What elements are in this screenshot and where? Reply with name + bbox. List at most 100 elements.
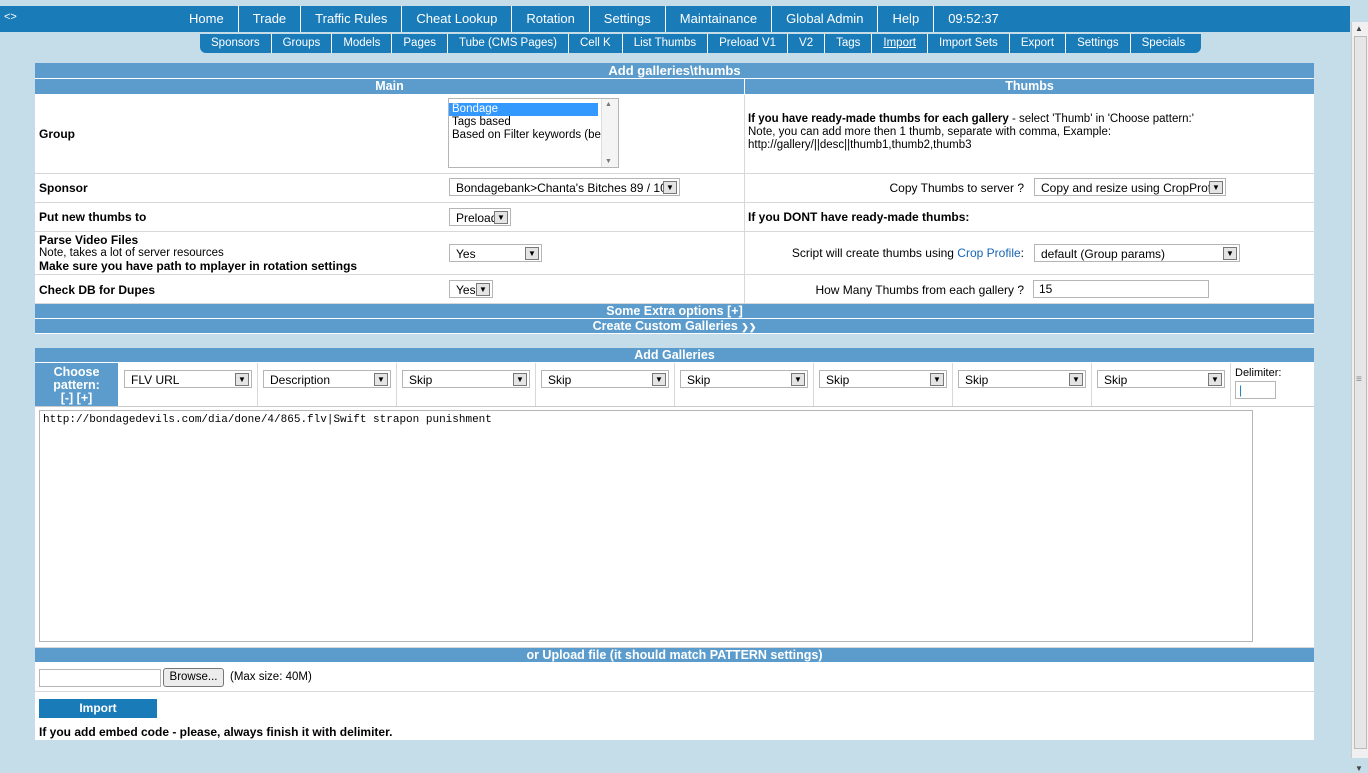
parse-video-warning: Make sure you have path to mplayer in ro… — [39, 259, 358, 273]
group-select[interactable]: Bondage Tags based Based on Filter keywo… — [448, 98, 619, 168]
pattern-5-value: Skip — [687, 373, 711, 387]
custom-galleries-toggle[interactable]: Create Custom Galleries ❯❯ — [35, 319, 1314, 334]
chevron-down-icon[interactable]: ▼ — [476, 283, 490, 296]
subnav-specials[interactable]: Specials — [1131, 34, 1201, 53]
pattern-7-value: Skip — [965, 373, 989, 387]
check-db-row: Check DB for Dupes Yes ▼ How Many Thumbs… — [35, 275, 1314, 304]
chevron-down-icon[interactable]: ▼ — [791, 373, 805, 386]
subnav-export[interactable]: Export — [1010, 34, 1067, 53]
sponsor-value: Bondagebank>Chanta's Bitches 89 / 100 — [456, 181, 674, 195]
nav-home[interactable]: Home — [175, 6, 239, 32]
chevron-down-icon[interactable]: ▼ — [235, 373, 249, 386]
how-many-label: How Many Thumbs from each gallery ? — [815, 283, 1024, 297]
scroll-up-icon[interactable]: ▲ — [1355, 24, 1363, 33]
nav-rotation[interactable]: Rotation — [512, 6, 590, 32]
delimiter-input[interactable]: | — [1235, 381, 1276, 399]
pattern-row: Choose pattern: [-] [+] FLV URL ▼ Descrip… — [35, 363, 1314, 407]
chevron-down-icon[interactable]: ▼ — [652, 373, 666, 386]
import-button[interactable]: Import — [39, 699, 157, 718]
pattern-remove-button[interactable]: [-] — [61, 391, 74, 405]
brand-toggle[interactable]: <> — [4, 11, 17, 23]
nav-traffic-rules[interactable]: Traffic Rules — [301, 6, 403, 32]
pattern-select-8[interactable]: Skip ▼ — [1097, 370, 1225, 388]
upload-row: Browse... (Max size: 40M) — [35, 663, 1314, 692]
chevron-down-icon[interactable]: ▼ — [494, 211, 508, 224]
chevron-down-icon[interactable]: ▼ — [1209, 181, 1223, 194]
new-thumbs-label: Put new thumbs to — [39, 210, 147, 224]
subnav-import-sets[interactable]: Import Sets — [928, 34, 1010, 53]
parse-video-select[interactable]: Yes ▼ — [449, 244, 542, 262]
pattern-1-value: FLV URL — [131, 373, 180, 387]
crop-profile-select[interactable]: default (Group params) ▼ — [1034, 244, 1240, 262]
group-option-filter-keywords[interactable]: Based on Filter keywords (beta) — [449, 129, 618, 142]
gallery-textarea[interactable]: http://bondagedevils.com/dia/done/4/865.… — [39, 410, 1253, 642]
clock: 09:52:37 — [948, 11, 999, 26]
group-option-bondage[interactable]: Bondage — [449, 103, 598, 116]
parse-video-label: Parse Video Files — [39, 233, 139, 247]
pattern-4-value: Skip — [548, 373, 572, 387]
subnav-groups[interactable]: Groups — [272, 34, 333, 53]
subnav-v2[interactable]: V2 — [788, 34, 826, 53]
pattern-add-button[interactable]: [+] — [77, 391, 93, 405]
chevron-down-icon[interactable]: ▼ — [1208, 373, 1222, 386]
nav-help[interactable]: Help — [878, 6, 935, 32]
subnav-tube[interactable]: Tube (CMS Pages) — [448, 34, 569, 53]
subnav-cell-k[interactable]: Cell K — [569, 34, 623, 53]
sponsor-select[interactable]: Bondagebank>Chanta's Bitches 89 / 100 ▼ — [449, 178, 680, 196]
new-thumbs-select[interactable]: Preload ▼ — [449, 208, 511, 226]
subnav-import[interactable]: Import — [872, 34, 928, 53]
chevron-down-icon[interactable]: ▼ — [1223, 247, 1237, 260]
copy-thumbs-value: Copy and resize using CropProfile — [1041, 181, 1224, 195]
subnav-sponsors[interactable]: Sponsors — [200, 34, 272, 53]
scrollbar-thumb[interactable] — [1354, 36, 1367, 749]
list-down-icon[interactable]: ▼ — [605, 158, 612, 165]
subnav-preload-v1[interactable]: Preload V1 — [708, 34, 789, 53]
list-up-icon[interactable]: ▲ — [605, 101, 612, 108]
file-path-input[interactable] — [39, 669, 161, 687]
crop-profile-link[interactable]: Crop Profile — [957, 246, 1020, 260]
subnav-settings[interactable]: Settings — [1066, 34, 1131, 53]
chevron-down-icon[interactable]: ▼ — [1069, 373, 1083, 386]
check-db-label: Check DB for Dupes — [39, 283, 156, 297]
main-column-header: Main — [35, 79, 745, 95]
pattern-select-1[interactable]: FLV URL ▼ — [124, 370, 252, 388]
pattern-select-3[interactable]: Skip ▼ — [402, 370, 530, 388]
pattern-3-value: Skip — [409, 373, 433, 387]
pattern-select-7[interactable]: Skip ▼ — [958, 370, 1086, 388]
chevron-down-icon[interactable]: ▼ — [930, 373, 944, 386]
pattern-select-5[interactable]: Skip ▼ — [680, 370, 808, 388]
chevron-down-icon[interactable]: ▼ — [374, 373, 388, 386]
pattern-select-2[interactable]: Description ▼ — [263, 370, 391, 388]
sponsor-row: Sponsor Bondagebank>Chanta's Bitches 89 … — [35, 174, 1314, 203]
nav-global-admin[interactable]: Global Admin — [772, 6, 879, 32]
how-many-input[interactable]: 15 — [1033, 280, 1209, 298]
copy-thumbs-select[interactable]: Copy and resize using CropProfile ▼ — [1034, 178, 1226, 196]
scroll-down-icon[interactable]: ▼ — [1355, 764, 1363, 773]
scroll-grip-icon: ≡ — [1356, 374, 1362, 385]
pattern-select-6[interactable]: Skip ▼ — [819, 370, 947, 388]
sub-navigation: Sponsors Groups Models Pages Tube (CMS P… — [200, 34, 1202, 53]
page-scrollbar[interactable]: ▲ ≡ ▼ — [1351, 22, 1368, 773]
group-select-scrollbar[interactable]: ▲ ▼ — [601, 99, 618, 167]
thumbs-info-bold: If you have ready-made thumbs for each g… — [748, 113, 1009, 125]
top-navigation-bar: <> Home Trade Traffic Rules Cheat Lookup… — [0, 6, 1350, 32]
chevron-down-icon[interactable]: ▼ — [525, 247, 539, 260]
check-db-select[interactable]: Yes ▼ — [449, 280, 493, 298]
gallery-text-row: http://bondagedevils.com/dia/done/4/865.… — [35, 407, 1314, 648]
choose-pattern-label: Choose pattern: — [53, 365, 100, 392]
subnav-list-thumbs[interactable]: List Thumbs — [623, 34, 709, 53]
chevron-down-icon[interactable]: ▼ — [513, 373, 527, 386]
subnav-pages[interactable]: Pages — [392, 34, 448, 53]
nav-settings[interactable]: Settings — [590, 6, 666, 32]
extra-options-toggle[interactable]: Some Extra options [+] — [35, 304, 1314, 319]
nav-cheat-lookup[interactable]: Cheat Lookup — [402, 6, 513, 32]
chevron-down-icon[interactable]: ▼ — [663, 181, 677, 194]
subnav-tags[interactable]: Tags — [825, 34, 873, 53]
panel-title: Add galleries\thumbs — [35, 63, 1314, 79]
group-option-tags-based[interactable]: Tags based — [449, 116, 618, 129]
pattern-select-4[interactable]: Skip ▼ — [541, 370, 669, 388]
nav-trade[interactable]: Trade — [239, 6, 302, 32]
subnav-models[interactable]: Models — [332, 34, 393, 53]
browse-button[interactable]: Browse... — [163, 668, 224, 687]
nav-maintainance[interactable]: Maintainance — [666, 6, 773, 32]
